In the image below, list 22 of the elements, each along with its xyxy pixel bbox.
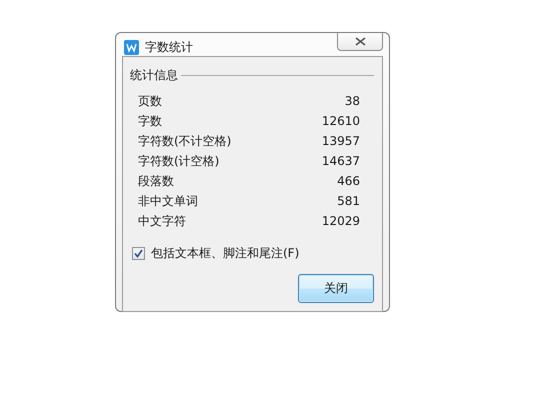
stat-label: 非中文单词 [138,192,198,210]
stat-value: 12610 [322,114,360,128]
close-icon [354,37,366,46]
stat-value: 14637 [322,154,360,168]
stat-value: 466 [337,174,360,188]
checkbox-label: 包括文本框、脚注和尾注(F) [151,245,300,262]
group-title: 统计信息 [130,67,178,84]
stat-value: 581 [337,194,360,208]
stat-label: 字符数(不计空格) [138,132,232,150]
stat-label: 字符数(计空格) [138,152,220,170]
checkbox[interactable] [132,247,145,260]
stat-label: 页数 [138,92,162,110]
stat-value: 38 [344,94,360,108]
stat-label: 中文字符 [138,212,186,230]
stat-value: 12029 [322,214,360,228]
window-title: 字数统计 [145,39,193,56]
stat-value: 13957 [322,134,360,148]
stat-label: 字数 [138,112,162,130]
close-dialog-button[interactable]: 关闭 [298,274,374,303]
app-logo-icon [124,40,139,55]
close-button[interactable] [337,33,383,51]
stat-label: 段落数 [138,172,174,190]
